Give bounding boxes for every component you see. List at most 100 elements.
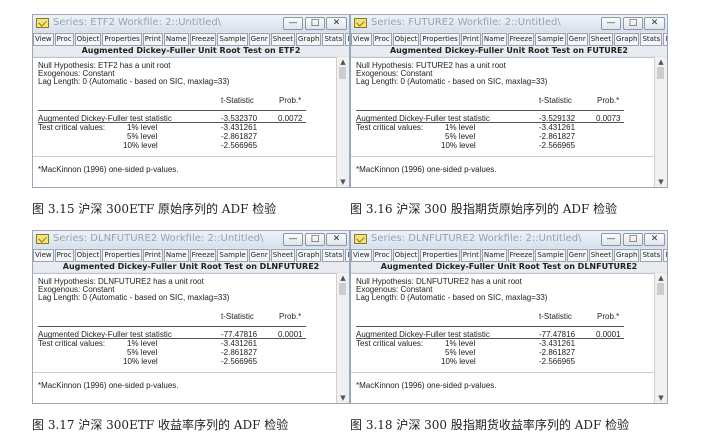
toolbar-button-graph[interactable]: Graph [613, 249, 640, 262]
scroll-thumb[interactable] [339, 283, 346, 295]
series-icon [36, 18, 49, 28]
close-button[interactable]: ✕ [644, 17, 665, 30]
toolbar-button-stats[interactable]: Stats [640, 249, 663, 262]
footnote: *MacKinnon (1996) one-sided p-values. [356, 165, 497, 174]
scroll-thumb[interactable] [339, 67, 346, 79]
vertical-scrollbar[interactable]: ▲ ▼ [654, 273, 667, 403]
toolbar-button-properties[interactable]: Properties [420, 249, 460, 262]
minimize-button[interactable]: — [283, 233, 303, 246]
scroll-down-icon[interactable]: ▼ [655, 178, 667, 186]
toolbar-button-stats[interactable]: Stats [322, 249, 345, 262]
minimize-button[interactable]: — [601, 233, 621, 246]
toolbar-button-freeze[interactable]: Freeze [507, 249, 535, 262]
toolbar-button-freeze[interactable]: Freeze [189, 249, 217, 262]
toolbar-button-view[interactable]: View [33, 249, 54, 262]
maximize-button[interactable]: □ [623, 17, 643, 30]
toolbar-button-sheet[interactable]: Sheet [588, 249, 613, 262]
scroll-thumb[interactable] [657, 67, 664, 79]
toolbar-button-view[interactable]: View [351, 33, 372, 46]
toolbar-button-object[interactable]: Object [74, 249, 102, 262]
toolbar-button-ider[interactable]: Ider [345, 249, 349, 262]
toolbar-button-freeze[interactable]: Freeze [507, 33, 535, 46]
level-5-label: 5% level [127, 132, 158, 141]
toolbar-button-stats[interactable]: Stats [322, 33, 345, 46]
toolbar-button-print[interactable]: Print [460, 249, 481, 262]
toolbar-button-genr[interactable]: Genr [566, 33, 588, 46]
title-bar[interactable]: Series: DLNFUTURE2 Workfile: 2::Untitled… [351, 231, 667, 248]
toolbar-button-name[interactable]: Name [163, 33, 189, 46]
toolbar-button-name[interactable]: Name [163, 249, 189, 262]
level-1-value: -3.431261 [221, 339, 258, 348]
toolbar-button-stats[interactable]: Stats [640, 33, 663, 46]
toolbar-button-genr[interactable]: Genr [248, 249, 270, 262]
lag-length-line: Lag Length: 0 (Automatic - based on SIC,… [38, 293, 230, 302]
vertical-scrollbar[interactable]: ▲ ▼ [336, 273, 349, 403]
toolbar-button-name[interactable]: Name [481, 33, 507, 46]
toolbar-button-object[interactable]: Object [392, 33, 420, 46]
title-bar[interactable]: Series: FUTURE2 Workfile: 2::Untitled\ —… [351, 15, 667, 32]
toolbar-button-properties[interactable]: Properties [102, 33, 142, 46]
maximize-button[interactable]: □ [623, 233, 643, 246]
scroll-down-icon[interactable]: ▼ [337, 394, 349, 402]
scroll-up-icon[interactable]: ▲ [655, 58, 667, 66]
title-bar[interactable]: Series: DLNFUTURE2 Workfile: 2::Untitled… [33, 231, 349, 248]
level-10-label: 10% level [123, 357, 158, 366]
toolbar-button-proc[interactable]: Proc [372, 33, 392, 46]
scroll-up-icon[interactable]: ▲ [337, 274, 349, 282]
toolbar-button-object[interactable]: Object [74, 33, 102, 46]
scroll-thumb[interactable] [657, 283, 664, 295]
toolbar-button-graph[interactable]: Graph [295, 249, 322, 262]
vertical-scrollbar[interactable]: ▲ ▼ [654, 57, 667, 187]
toolbar-button-object[interactable]: Object [392, 249, 420, 262]
toolbar-button-graph[interactable]: Graph [295, 33, 322, 46]
toolbar-button-proc[interactable]: Proc [372, 249, 392, 262]
toolbar-button-proc[interactable]: Proc [54, 249, 74, 262]
toolbar-button-view[interactable]: View [33, 33, 54, 46]
toolbar-button-view[interactable]: View [351, 249, 372, 262]
t-statistic-header: t-Statistic [221, 312, 254, 321]
figure-caption: 图 3.18 沪深 300 股指期货收益率序列的 ADF 检验 [350, 418, 630, 432]
toolbar-button-sample[interactable]: Sample [535, 249, 566, 262]
toolbar-button-ider[interactable]: Ider [663, 33, 667, 46]
toolbar: View Proc Object Properties Print Name Freeze S… [351, 249, 667, 262]
close-button[interactable]: ✕ [644, 233, 665, 246]
toolbar-button-properties[interactable]: Properties [102, 249, 142, 262]
toolbar-button-ider[interactable]: Ider [663, 249, 667, 262]
toolbar-button-print[interactable]: Print [142, 249, 163, 262]
critical-values-label: Test critical values: [356, 123, 424, 132]
toolbar-button-proc[interactable]: Proc [54, 33, 74, 46]
toolbar-button-genr[interactable]: Genr [248, 33, 270, 46]
toolbar-button-graph[interactable]: Graph [613, 33, 640, 46]
rule-foot [351, 372, 657, 373]
toolbar-button-genr[interactable]: Genr [566, 249, 588, 262]
maximize-button[interactable]: □ [305, 17, 325, 30]
scroll-down-icon[interactable]: ▼ [337, 178, 349, 186]
rule-top [38, 110, 306, 111]
toolbar-button-sample[interactable]: Sample [535, 33, 566, 46]
scroll-up-icon[interactable]: ▲ [337, 58, 349, 66]
close-button[interactable]: ✕ [326, 233, 347, 246]
toolbar-button-properties[interactable]: Properties [420, 33, 460, 46]
vertical-scrollbar[interactable]: ▲ ▼ [336, 57, 349, 187]
close-button[interactable]: ✕ [326, 17, 347, 30]
toolbar-button-sheet[interactable]: Sheet [588, 33, 613, 46]
toolbar-button-print[interactable]: Print [142, 33, 163, 46]
t-statistic-header: t-Statistic [539, 96, 572, 105]
prob-header: Prob.* [279, 312, 302, 321]
toolbar-button-ider[interactable]: Ider [345, 33, 349, 46]
minimize-button[interactable]: — [601, 17, 621, 30]
scroll-up-icon[interactable]: ▲ [655, 274, 667, 282]
toolbar-button-name[interactable]: Name [481, 249, 507, 262]
toolbar-button-print[interactable]: Print [460, 33, 481, 46]
title-bar[interactable]: Series: ETF2 Workfile: 2::Untitled\ — □ … [33, 15, 349, 32]
toolbar-button-sheet[interactable]: Sheet [270, 249, 295, 262]
minimize-button[interactable]: — [283, 17, 303, 30]
toolbar-button-sample[interactable]: Sample [217, 33, 248, 46]
series-window: Series: ETF2 Workfile: 2::Untitled\ — □ … [32, 14, 350, 188]
scroll-down-icon[interactable]: ▼ [655, 394, 667, 402]
maximize-button[interactable]: □ [305, 233, 325, 246]
toolbar-button-sheet[interactable]: Sheet [270, 33, 295, 46]
toolbar-button-sample[interactable]: Sample [217, 249, 248, 262]
level-1-value: -3.431261 [221, 123, 258, 132]
toolbar-button-freeze[interactable]: Freeze [189, 33, 217, 46]
